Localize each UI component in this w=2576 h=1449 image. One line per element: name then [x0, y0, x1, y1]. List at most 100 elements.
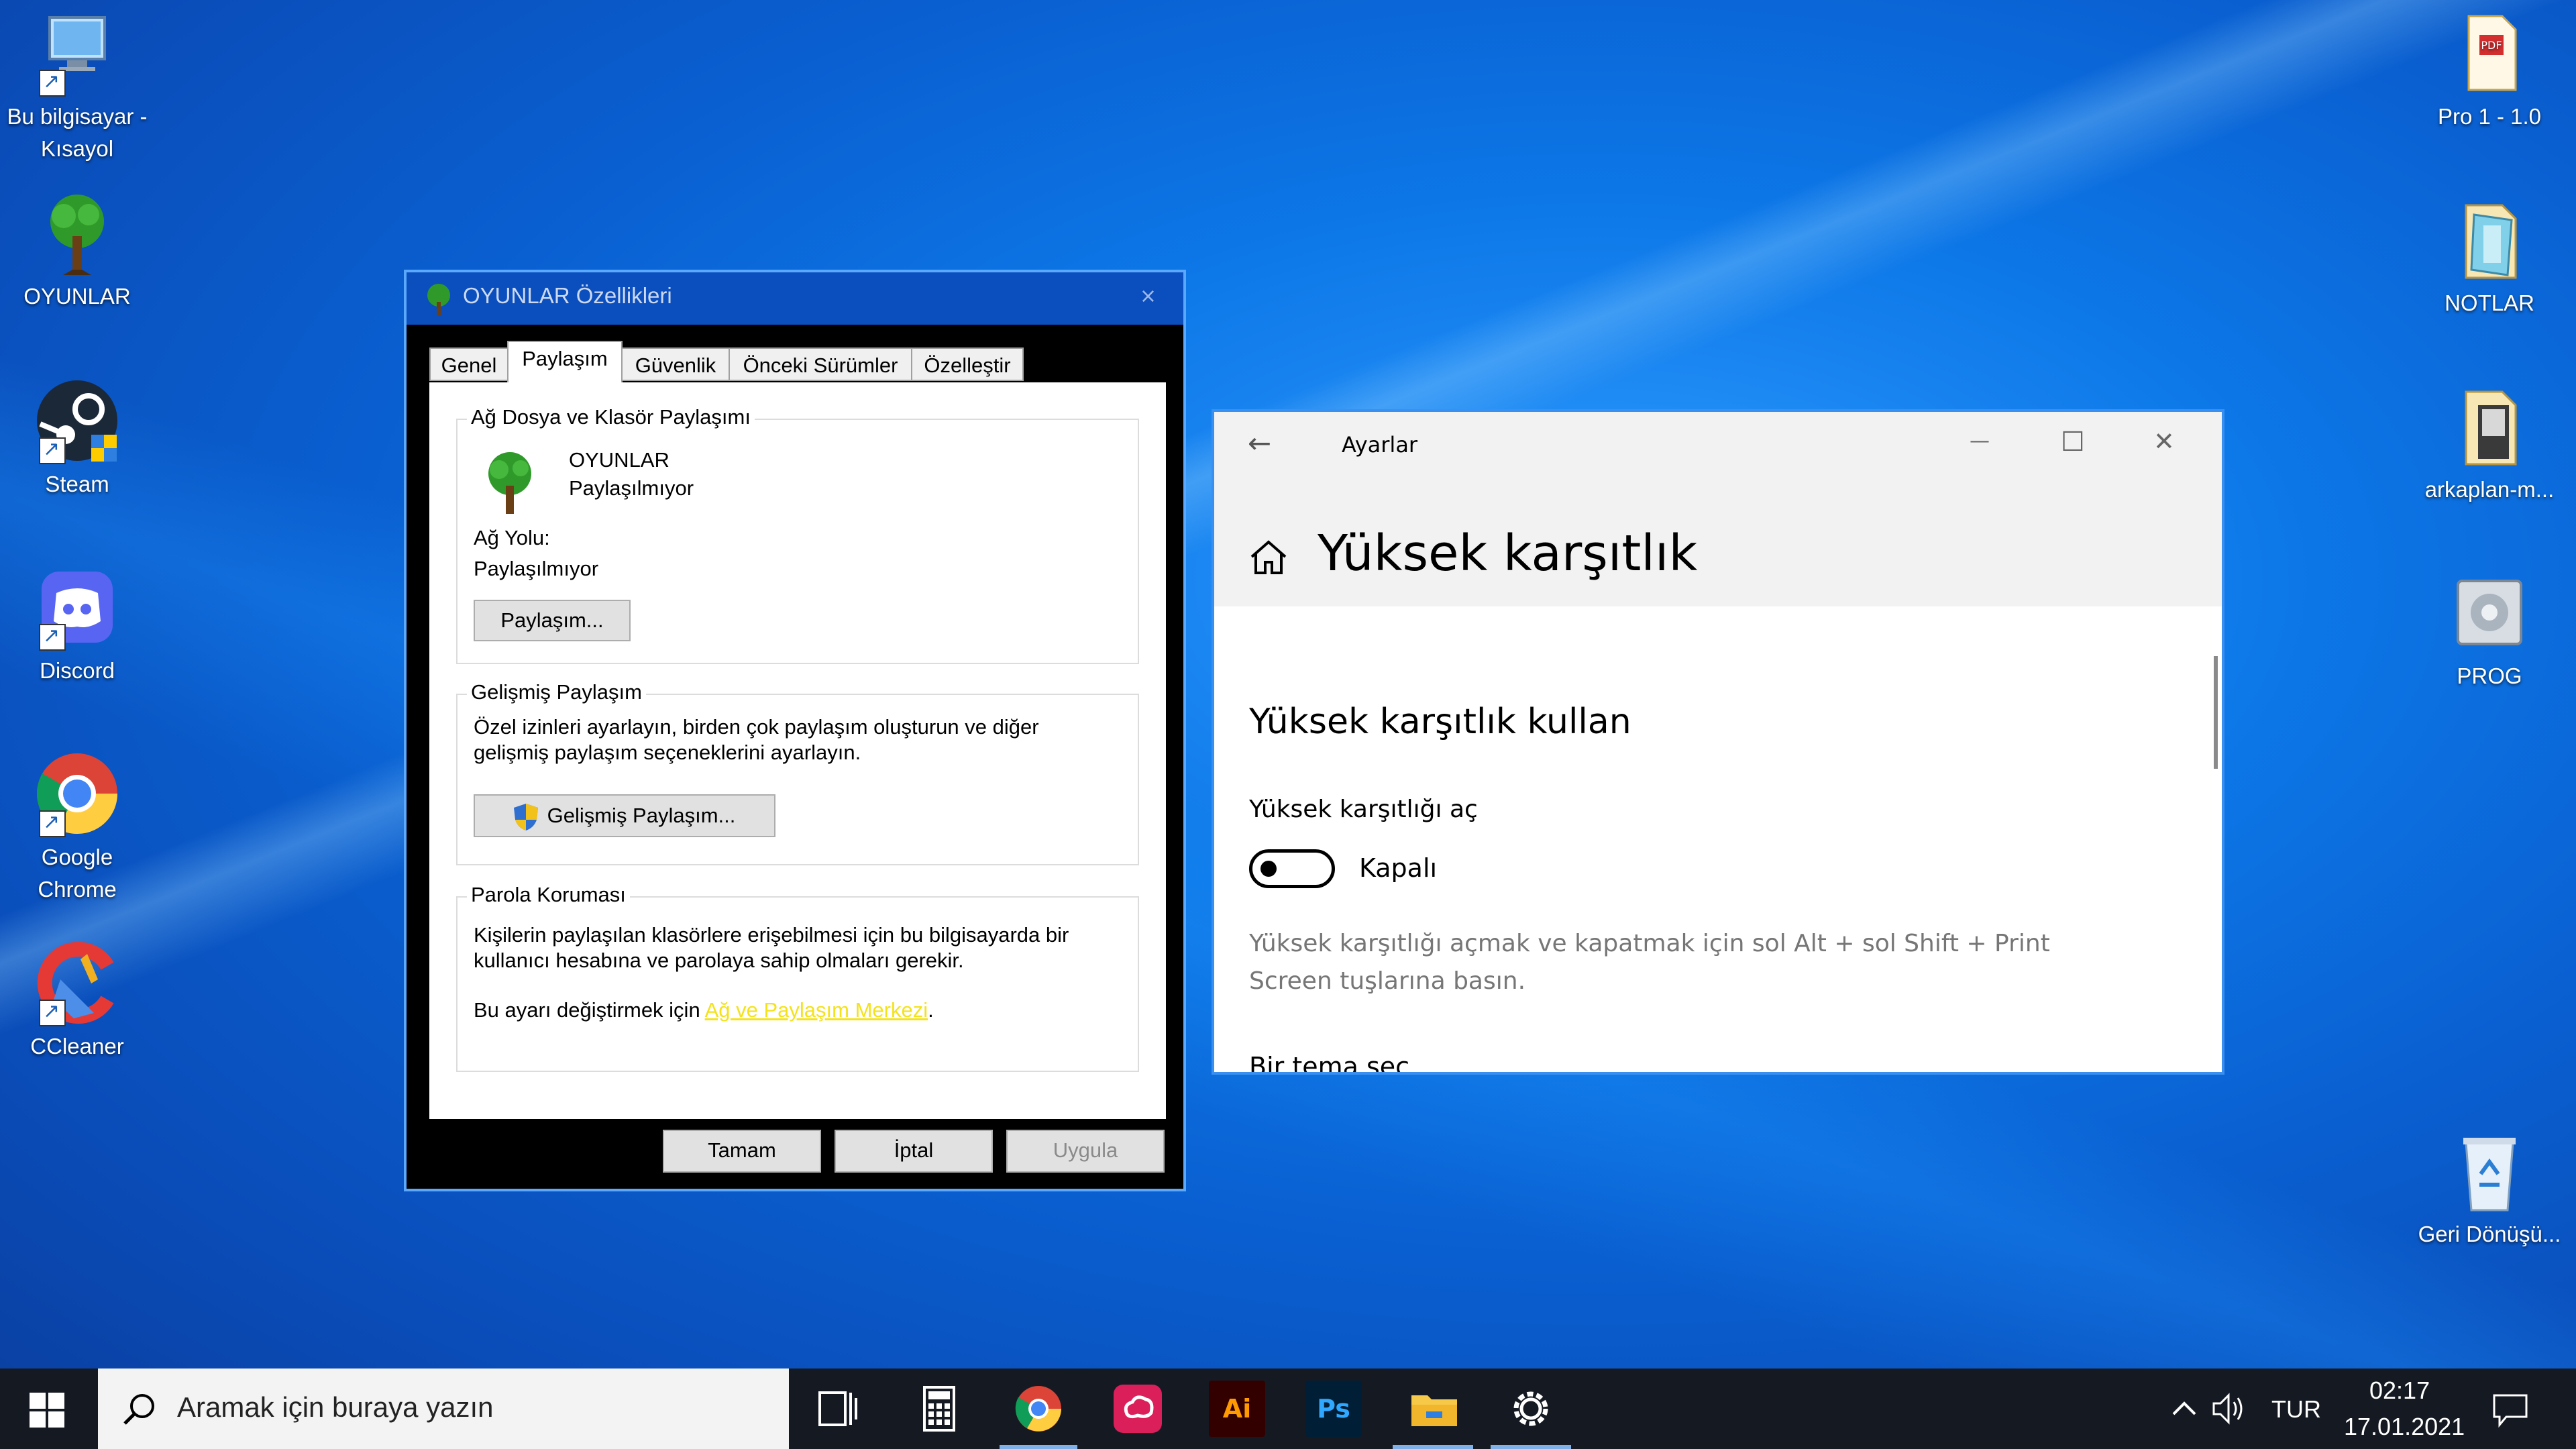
search-icon: [123, 1394, 154, 1425]
dialog-close-button[interactable]: ×: [1140, 284, 1157, 308]
chrome-icon[interactable]: [1010, 1381, 1067, 1437]
language-indicator[interactable]: TUR: [2271, 1395, 2321, 1424]
desktop-icon-recycle-bin[interactable]: Geri Dönüşü...: [2412, 1127, 2567, 1250]
share-button[interactable]: Paylaşım...: [474, 600, 631, 641]
desktop-icon-steam[interactable]: Steam: [0, 377, 154, 500]
network-sharing-center-link[interactable]: Ağ ve Paylaşım Merkezi: [705, 998, 928, 1022]
windows-start-icon[interactable]: [30, 1393, 64, 1428]
home-icon[interactable]: [1248, 537, 1289, 578]
discord-icon: [34, 564, 121, 652]
advanced-sharing-button[interactable]: Gelişmiş Paylaşım...: [474, 794, 775, 837]
apply-button[interactable]: Uygula: [1006, 1130, 1165, 1173]
search-box[interactable]: Aramak için buraya yazın: [98, 1368, 789, 1449]
folder-status: Paylaşılmıyor: [569, 476, 694, 500]
computer-icon: [34, 9, 121, 98]
desktop-icon-label: OYUNLAR: [23, 284, 131, 309]
desktop-icon-label: PROG: [2457, 663, 2522, 688]
dialog-title: OYUNLAR Özellikleri: [463, 283, 672, 308]
tab-genel[interactable]: Genel: [429, 347, 508, 381]
sharing-tab-page: Ağ Dosya ve Klasör Paylaşımı OYUNLAR Pay…: [429, 382, 1166, 1119]
settings-window: ← Ayarlar — ☐ ✕ Yüksek karşıtlık Yüksek …: [1212, 409, 2224, 1075]
shortcut-hint: Screen tuşlarına basın.: [1249, 967, 1526, 995]
search-placeholder: Aramak için buraya yazın: [177, 1391, 494, 1423]
notes-file-icon: [2446, 196, 2533, 283]
tab-guvenlik[interactable]: Güvenlik: [621, 347, 730, 381]
tab-ozellestir[interactable]: Özelleştir: [911, 347, 1024, 381]
running-indicator: [1491, 1445, 1571, 1449]
setup-program-icon: [2446, 569, 2533, 656]
photoshop-icon[interactable]: Ps: [1305, 1381, 1362, 1437]
desktop-icon-this-pc[interactable]: Bu bilgisayar - Kısayol: [0, 9, 154, 165]
tree-folder-icon: [488, 452, 531, 514]
close-button[interactable]: ✕: [2153, 427, 2175, 456]
group-label: Ağ Dosya ve Klasör Paylaşımı: [467, 405, 755, 429]
desktop-icon-arkaplan[interactable]: arkaplan-m...: [2412, 382, 2567, 506]
ok-button[interactable]: Tamam: [663, 1130, 821, 1173]
volume-icon[interactable]: [2211, 1393, 2249, 1425]
image-file-icon: [2446, 382, 2533, 470]
calculator-icon[interactable]: [911, 1381, 967, 1437]
desktop-icon-label: arkaplan-m...: [2424, 477, 2555, 502]
chevron-up-icon[interactable]: [2171, 1398, 2198, 1418]
settings-app-title: Ayarlar: [1342, 432, 1418, 458]
toggle-state: Kapalı: [1359, 853, 1438, 883]
properties-dialog: OYUNLAR Özellikleri × Genel Paylaşım Güv…: [404, 270, 1186, 1191]
scrollbar[interactable]: [2214, 656, 2218, 769]
network-path-label: Ağ Yolu:: [474, 526, 550, 549]
shortcut-arrow-icon: [39, 996, 66, 1028]
tab-onceki-surumler[interactable]: Önceki Sürümler: [729, 347, 912, 381]
illustrator-icon[interactable]: Ai: [1209, 1381, 1265, 1437]
cancel-button[interactable]: İptal: [835, 1130, 993, 1173]
desktop-icon-prog[interactable]: PROG: [2412, 569, 2567, 692]
maximize-button[interactable]: ☐: [2061, 427, 2085, 458]
settings-header: ← Ayarlar — ☐ ✕ Yüksek karşıtlık: [1214, 412, 2222, 606]
recycle-bin-icon: [2446, 1127, 2533, 1214]
password-protection-group: Parola Koruması Kişilerin paylaşılan kla…: [456, 883, 1139, 1072]
desktop-icon-pro-pdf[interactable]: PDF Pro 1 - 1.0: [2412, 9, 2567, 133]
password-description: Kişilerin paylaşılan klasörlere erişebil…: [474, 923, 1069, 947]
creative-cloud-icon[interactable]: [1110, 1381, 1166, 1437]
clock-time[interactable]: 02:17: [2369, 1377, 2430, 1405]
network-path-value: Paylaşılmıyor: [474, 557, 599, 580]
desktop-icon-label: Pro 1 - 1.0: [2437, 104, 2542, 129]
running-indicator: [1393, 1445, 1473, 1449]
network-sharing-group: Ağ Dosya ve Klasör Paylaşımı OYUNLAR Pay…: [456, 405, 1139, 664]
shortcut-arrow-icon: [39, 620, 66, 652]
toggle-knob: [1260, 861, 1277, 877]
desktop-icon-chrome[interactable]: Google Chrome: [0, 750, 154, 906]
desktop-icon-label: Geri Dönüşü...: [2418, 1222, 2561, 1246]
high-contrast-toggle[interactable]: [1249, 849, 1335, 888]
toggle-label: Yüksek karşıtlığı aç: [1249, 796, 1478, 823]
task-view-icon[interactable]: [809, 1381, 865, 1437]
ccleaner-icon: [34, 939, 121, 1028]
uac-shield-icon: [514, 804, 538, 830]
desktop-icon-oyunlar[interactable]: OYUNLAR: [0, 189, 154, 313]
settings-gear-icon[interactable]: [1503, 1381, 1559, 1437]
change-setting-text: Bu ayarı değiştirmek için Ağ ve Paylaşım…: [474, 997, 934, 1024]
desktop-icon-notlar[interactable]: NOTLAR: [2412, 196, 2567, 319]
chrome-icon: [34, 750, 121, 839]
advanced-sharing-group: Gelişmiş Paylaşım Özel izinleri ayarlayı…: [456, 680, 1139, 865]
desktop-icon-label: Steam: [45, 472, 109, 496]
advanced-sharing-button-label: Gelişmiş Paylaşım...: [547, 804, 736, 827]
section-title: Yüksek karşıtlık kullan: [1249, 702, 1631, 742]
shortcut-arrow-icon: [39, 433, 66, 466]
group-label: Gelişmiş Paylaşım: [467, 680, 646, 704]
advanced-sharing-description: gelişmiş paylaşım seçeneklerini ayarlayı…: [474, 741, 861, 764]
change-setting-suffix: .: [928, 998, 934, 1022]
advanced-sharing-description: Özel izinleri ayarlayın, birden çok payl…: [474, 715, 1039, 739]
minimize-button[interactable]: —: [1970, 429, 1990, 453]
clock-date[interactable]: 17.01.2021: [2344, 1413, 2465, 1441]
desktop-icon-label: Discord: [40, 658, 115, 683]
shortcut-hint: Yüksek karşıtlığı açmak ve kapatmak için…: [1249, 930, 2050, 957]
desktop-icon-discord[interactable]: Discord: [0, 564, 154, 687]
running-indicator: [1000, 1445, 1077, 1449]
file-explorer-icon[interactable]: [1406, 1381, 1462, 1437]
desktop-icon-label: CCleaner: [30, 1034, 124, 1059]
back-button[interactable]: ←: [1248, 427, 1271, 460]
tab-paylasim[interactable]: Paylaşım: [507, 341, 623, 384]
dialog-titlebar[interactable]: OYUNLAR Özellikleri ×: [407, 272, 1183, 325]
desktop-icon-ccleaner[interactable]: CCleaner: [0, 939, 154, 1063]
notification-center-icon[interactable]: [2491, 1393, 2529, 1428]
shortcut-arrow-icon: [39, 66, 66, 98]
